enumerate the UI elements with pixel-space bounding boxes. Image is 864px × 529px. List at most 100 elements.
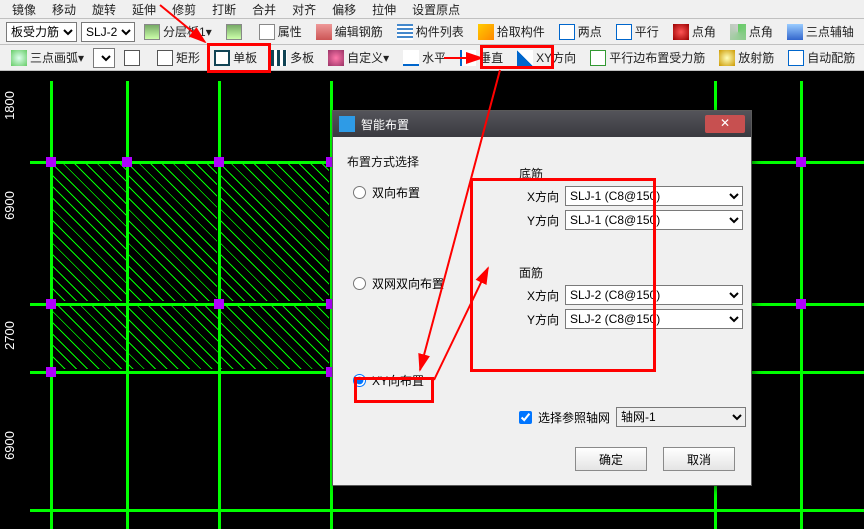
bottom-rebar-title: 底筋 bbox=[519, 165, 743, 182]
menu-origin[interactable]: 设置原点 bbox=[404, 1, 468, 18]
three-point-axis-icon bbox=[787, 24, 803, 40]
select-component[interactable]: SLJ-2 bbox=[81, 22, 135, 42]
parallel-label: 平行 bbox=[635, 23, 659, 40]
vertical-button[interactable]: 垂直 bbox=[454, 47, 509, 68]
arc-label: 三点画弧 bbox=[30, 49, 78, 66]
dim-6900b: 6900 bbox=[2, 431, 17, 460]
pick-icon bbox=[478, 24, 494, 40]
dim-6900a: 6900 bbox=[2, 191, 17, 220]
parallel-button[interactable]: 平行 bbox=[610, 21, 665, 42]
point-label: 点角 bbox=[692, 23, 716, 40]
radio-double-net-label: 双网双向布置 bbox=[372, 275, 444, 292]
dim-1800: 1800 bbox=[2, 91, 17, 120]
three-point-arc-button[interactable]: 三点画弧 ▾ bbox=[5, 47, 90, 68]
xy-direction-label: XY方向 bbox=[536, 49, 576, 66]
radio-xy[interactable]: XY向布置 bbox=[353, 372, 737, 389]
bottom-y-select[interactable]: SLJ-1 (C8@150) bbox=[565, 210, 743, 230]
single-slab-icon bbox=[214, 50, 230, 66]
component-list-label: 构件列表 bbox=[416, 23, 464, 40]
point-icon bbox=[673, 24, 689, 40]
properties-label: 属性 bbox=[278, 23, 302, 40]
menu-mirror[interactable]: 镜像 bbox=[4, 1, 44, 18]
dialog-title: 智能布置 bbox=[361, 116, 409, 133]
menu-extend[interactable]: 延伸 bbox=[124, 1, 164, 18]
two-point-icon bbox=[559, 24, 575, 40]
angle-label: 点角 bbox=[749, 23, 773, 40]
radio-two-way-label: 双向布置 bbox=[372, 184, 420, 201]
cancel-button[interactable]: 取消 bbox=[663, 447, 735, 471]
select-empty[interactable] bbox=[93, 48, 115, 68]
menu-stretch[interactable]: 拉伸 bbox=[364, 1, 404, 18]
menu-offset[interactable]: 偏移 bbox=[324, 1, 364, 18]
multi-slab-icon bbox=[271, 50, 287, 66]
angle-icon bbox=[730, 24, 746, 40]
close-button[interactable]: ✕ bbox=[705, 115, 745, 133]
custom-icon bbox=[328, 50, 344, 66]
component-list-button[interactable]: 构件列表 bbox=[391, 21, 470, 42]
horizontal-icon bbox=[403, 50, 419, 66]
menu-move[interactable]: 移动 bbox=[44, 1, 84, 18]
parallel-edge-icon bbox=[590, 50, 606, 66]
menu-trim[interactable]: 修剪 bbox=[164, 1, 204, 18]
select-category[interactable]: 板受力筋 bbox=[6, 22, 77, 42]
properties-icon bbox=[259, 24, 275, 40]
properties-button[interactable]: 属性 bbox=[253, 21, 308, 42]
radial-button[interactable]: 放射筋 bbox=[713, 47, 780, 68]
two-point-button[interactable]: 两点 bbox=[553, 21, 608, 42]
edit-rebar-button[interactable]: 编辑钢筋 bbox=[310, 21, 389, 42]
layer-button[interactable]: 分层板1 ▾ bbox=[138, 21, 218, 42]
ref-axis-select[interactable]: 轴网-1 bbox=[616, 407, 746, 427]
angle-button[interactable]: 点角 bbox=[724, 21, 779, 42]
dim-2700: 2700 bbox=[2, 321, 17, 350]
xy-direction-button[interactable]: XY方向 bbox=[511, 47, 582, 68]
dialog-titlebar[interactable]: 智能布置 ✕ bbox=[333, 111, 751, 137]
radial-label: 放射筋 bbox=[738, 49, 774, 66]
top-rebar-title: 面筋 bbox=[519, 264, 743, 281]
three-point-axis-button[interactable]: 三点辅轴 bbox=[781, 21, 860, 42]
single-slab-label: 单板 bbox=[233, 49, 257, 66]
radial-icon bbox=[719, 50, 735, 66]
menu-align[interactable]: 对齐 bbox=[284, 1, 324, 18]
icon-button-a[interactable] bbox=[118, 48, 149, 68]
xdir-label-b: X方向 bbox=[519, 188, 559, 205]
three-point-axis-label: 三点辅轴 bbox=[806, 23, 854, 40]
custom-button[interactable]: 自定义 ▾ bbox=[322, 47, 395, 68]
menu-merge[interactable]: 合并 bbox=[244, 1, 284, 18]
point-button[interactable]: 点角 bbox=[667, 21, 722, 42]
dialog-icon bbox=[339, 116, 355, 132]
top-menu-row: 镜像 移动 旋转 延伸 修剪 打断 合并 对齐 偏移 拉伸 设置原点 bbox=[0, 0, 864, 19]
rect-button[interactable]: 矩形 bbox=[151, 47, 206, 68]
auto-rebar-label: 自动配筋 bbox=[807, 49, 855, 66]
xdir-label-t: X方向 bbox=[519, 287, 559, 304]
top-y-select[interactable]: SLJ-2 (C8@150) bbox=[565, 309, 743, 329]
ok-button[interactable]: 确定 bbox=[575, 447, 647, 471]
arc-icon bbox=[11, 50, 27, 66]
menu-break[interactable]: 打断 bbox=[204, 1, 244, 18]
rebar-icon bbox=[316, 24, 332, 40]
ref-axis-checkbox[interactable] bbox=[519, 411, 532, 424]
ref-axis-label: 选择参照轴网 bbox=[538, 409, 610, 426]
bottom-x-select[interactable]: SLJ-1 (C8@150) bbox=[565, 186, 743, 206]
auto-rebar-button[interactable]: 自动配筋 bbox=[782, 47, 861, 68]
horizontal-button[interactable]: 水平 bbox=[397, 47, 452, 68]
multi-slab-label: 多板 bbox=[290, 49, 314, 66]
layer-picker-button[interactable] bbox=[220, 22, 251, 42]
vertical-icon bbox=[460, 50, 476, 66]
single-slab-button[interactable]: 单板 bbox=[208, 47, 263, 68]
parallel-icon bbox=[616, 24, 632, 40]
pick-component-button[interactable]: 拾取构件 bbox=[472, 21, 551, 42]
two-point-label: 两点 bbox=[578, 23, 602, 40]
layer-picker-icon bbox=[226, 24, 242, 40]
toolbar-2: 三点画弧 ▾ 矩形 单板 多板 自定义 ▾ 水平 垂直 XY方向 平行边布置受力… bbox=[0, 45, 864, 71]
ydir-label-b: Y方向 bbox=[519, 212, 559, 229]
toolbar-1: 板受力筋 SLJ-2 分层板1 ▾ 属性 编辑钢筋 构件列表 拾取构件 两点 平… bbox=[0, 19, 864, 45]
rect-label: 矩形 bbox=[176, 49, 200, 66]
layer-label: 分层板1 bbox=[163, 23, 206, 40]
top-x-select[interactable]: SLJ-2 (C8@150) bbox=[565, 285, 743, 305]
menu-rotate[interactable]: 旋转 bbox=[84, 1, 124, 18]
multi-slab-button[interactable]: 多板 bbox=[265, 47, 320, 68]
list-icon bbox=[397, 24, 413, 40]
parallel-edge-button[interactable]: 平行边布置受力筋 bbox=[584, 47, 711, 68]
auto-rebar-icon bbox=[788, 50, 804, 66]
custom-label: 自定义 bbox=[347, 49, 383, 66]
